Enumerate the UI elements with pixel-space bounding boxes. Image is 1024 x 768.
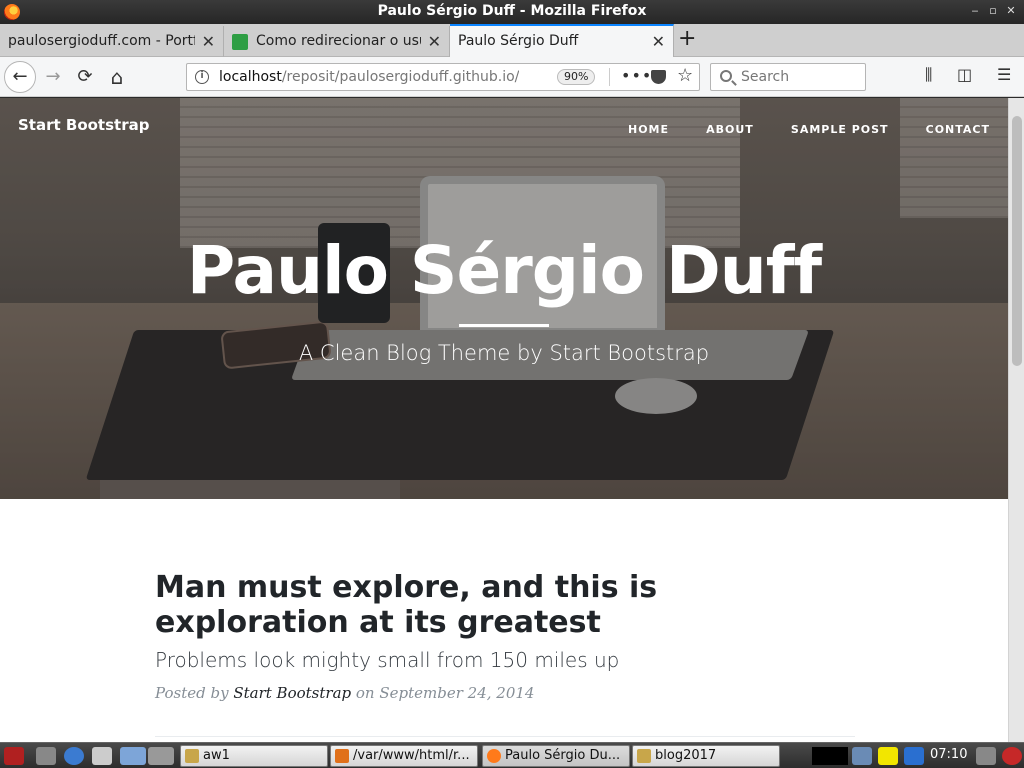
site-brand-link[interactable]: Start Bootstrap (18, 116, 149, 134)
post-meta-on: on (351, 684, 380, 702)
bookmark-star-icon[interactable]: ☆ (677, 65, 693, 86)
tab-redirect[interactable]: Como redirecionar o usuário ✕ (224, 26, 450, 57)
start-menu-icon[interactable] (4, 747, 24, 765)
firefox-icon (487, 749, 501, 763)
post-meta-prefix: Posted by (155, 684, 234, 702)
post-preview: Man must explore, and this is exploratio… (155, 570, 855, 702)
zoom-indicator[interactable]: 90% (557, 69, 596, 85)
tab-portfolio[interactable]: paulosergioduff.com - Portfolio ✕ (0, 26, 224, 57)
sublime-text-icon (335, 749, 349, 763)
page-actions-icon[interactable]: ••• (621, 66, 652, 85)
taskbar-item-label: aw1 (203, 748, 230, 763)
tab-close-icon[interactable]: ✕ (428, 32, 441, 51)
search-input[interactable] (741, 68, 859, 86)
window-title-bar: Paulo Sérgio Duff - Mozilla Firefox ‒ ▫ … (0, 0, 1024, 24)
pocket-icon[interactable] (651, 70, 666, 84)
workspace-2-icon[interactable] (148, 747, 174, 765)
post-meta: Posted by Start Bootstrap on September 2… (155, 684, 855, 702)
home-button[interactable]: ⌂ (104, 64, 130, 90)
taskbar-item-blog2017[interactable]: blog2017 (632, 745, 780, 767)
file-manager-icon[interactable] (36, 747, 56, 765)
url-text[interactable]: localhost/reposit/paulosergioduff.github… (219, 69, 519, 85)
cpu-monitor-icon (812, 747, 848, 765)
folder-icon (637, 749, 651, 763)
sidebar-icon[interactable]: ◫ (957, 65, 972, 84)
page-viewport: Start Bootstrap HOME ABOUT SAMPLE POST C… (0, 98, 1008, 742)
url-path: /reposit/paulosergioduff.github.io/portf… (281, 69, 519, 85)
taskbar-item-firefox[interactable]: Paulo Sérgio Du... (482, 745, 630, 767)
os-taskbar: aw1 /var/www/html/r... Paulo Sérgio Du..… (0, 742, 1024, 768)
post-date: September 24, 2014 (379, 684, 535, 702)
tab-strip: paulosergioduff.com - Portfolio ✕ Como r… (0, 24, 1024, 58)
workspace-1-icon[interactable] (120, 747, 146, 765)
maximize-button[interactable]: ▫ (986, 4, 1000, 17)
scrollbar-thumb[interactable] (1012, 116, 1022, 366)
hero-title: Paulo Sérgio Duff (186, 232, 822, 309)
post-divider (155, 736, 855, 737)
tab-label: Paulo Sérgio Duff (458, 33, 579, 49)
close-window-button[interactable]: ✕ (1004, 4, 1018, 17)
window-title: Paulo Sérgio Duff - Mozilla Firefox (377, 3, 647, 19)
tab-close-icon[interactable]: ✕ (652, 32, 665, 51)
clock: 07:10 (930, 747, 968, 762)
browser-launcher-icon[interactable] (64, 747, 84, 765)
hero-divider (459, 324, 549, 327)
url-bar[interactable]: i localhost/reposit/paulosergioduff.gith… (186, 63, 700, 91)
post-subtitle[interactable]: Problems look mighty small from 150 mile… (155, 648, 855, 672)
site-nav: HOME ABOUT SAMPLE POST CONTACT (596, 118, 990, 137)
tab-close-icon[interactable]: ✕ (202, 32, 215, 51)
url-host: localhost (219, 69, 282, 85)
tab-label: paulosergioduff.com - Portfolio (8, 33, 195, 49)
url-separator (609, 68, 610, 86)
notes-icon[interactable] (878, 747, 898, 765)
site-info-icon[interactable]: i (195, 70, 209, 84)
hero-subtitle: A Clean Blog Theme by Start Bootstrap (298, 341, 710, 365)
power-icon[interactable] (1002, 747, 1022, 765)
nav-link-contact[interactable]: CONTACT (926, 123, 990, 136)
nav-link-about[interactable]: ABOUT (706, 123, 754, 136)
tab-label: Como redirecionar o usuário (256, 33, 421, 49)
network-icon[interactable] (852, 747, 872, 765)
nav-link-home[interactable]: HOME (628, 123, 669, 136)
post-title-link[interactable]: Man must explore, and this is exploratio… (155, 570, 855, 640)
taskbar-item-aw1[interactable]: aw1 (180, 745, 328, 767)
stackoverflow-favicon-icon (232, 34, 248, 50)
post-author-link[interactable]: Start Bootstrap (233, 684, 351, 702)
search-icon (720, 70, 732, 82)
search-bar[interactable] (710, 63, 866, 91)
taskbar-item-editor[interactable]: /var/www/html/r... (330, 745, 478, 767)
hero-header: Start Bootstrap HOME ABOUT SAMPLE POST C… (0, 98, 1008, 499)
taskbar-item-label: blog2017 (655, 748, 717, 763)
volume-icon[interactable] (904, 747, 924, 765)
page-scrollbar[interactable] (1008, 98, 1024, 742)
back-button[interactable]: ← (4, 61, 36, 93)
tab-current[interactable]: Paulo Sérgio Duff ✕ (450, 24, 674, 58)
show-windows-icon[interactable] (92, 747, 112, 765)
taskbar-item-label: /var/www/html/r... (353, 748, 470, 763)
taskbar-item-label: Paulo Sérgio Du... (505, 748, 621, 763)
minimize-button[interactable]: ‒ (968, 4, 982, 17)
nav-link-sample-post[interactable]: SAMPLE POST (791, 123, 889, 136)
menu-icon[interactable]: ☰ (997, 65, 1011, 84)
folder-icon (185, 749, 199, 763)
user-icon[interactable] (976, 747, 996, 765)
navigation-toolbar: ← → ⟳ ⌂ i localhost/reposit/paulosergiod… (0, 57, 1024, 97)
new-tab-button[interactable]: + (678, 26, 696, 51)
forward-button[interactable]: → (40, 64, 66, 90)
library-icon[interactable]: ⫼ (925, 65, 932, 85)
reload-button[interactable]: ⟳ (72, 64, 98, 90)
